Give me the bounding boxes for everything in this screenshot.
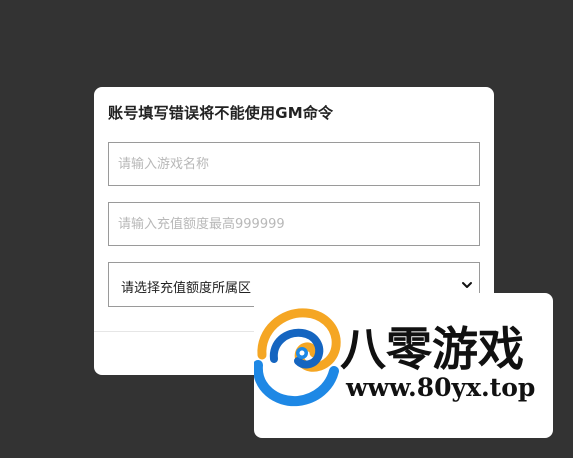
brand-name-text: 八零游戏 bbox=[340, 322, 524, 376]
game-name-input[interactable] bbox=[108, 142, 480, 186]
brand-logo: 八零游戏 www.80yx.top bbox=[254, 308, 535, 407]
brand-url-text: www.80yx.top bbox=[345, 373, 535, 402]
swirl-logo-icon bbox=[254, 308, 341, 407]
chevron-down-icon bbox=[462, 282, 472, 288]
brand-watermark: 八零游戏 www.80yx.top bbox=[254, 293, 553, 438]
dialog-title: 账号填写错误将不能使用GM命令 bbox=[108, 104, 334, 122]
region-select-value: 请选择充值额度所属区 bbox=[121, 281, 252, 296]
recharge-amount-input[interactable] bbox=[108, 202, 480, 246]
